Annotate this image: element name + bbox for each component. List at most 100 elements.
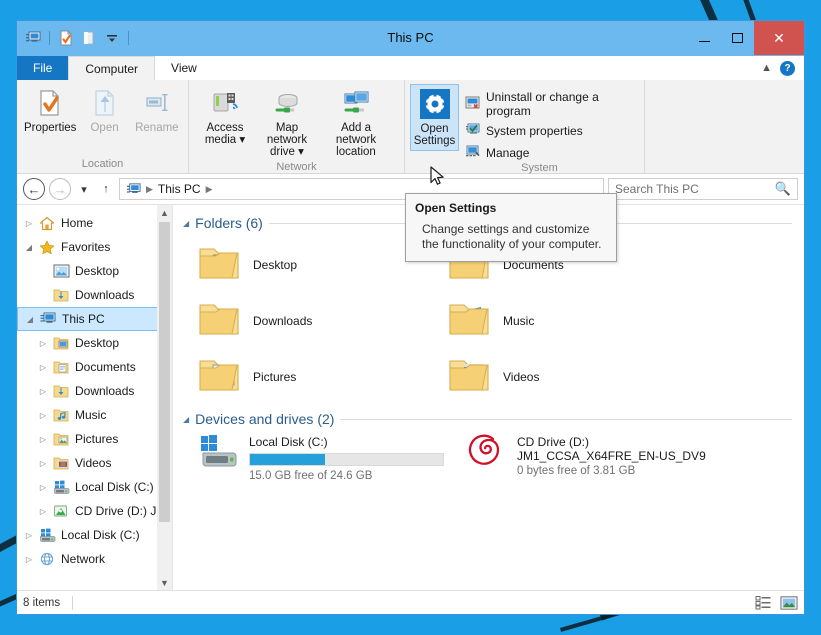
downloads-folder-icon — [197, 300, 241, 343]
expander-expanded-icon[interactable]: ◢ — [21, 243, 37, 252]
folder-item-label: Downloads — [253, 314, 313, 328]
collapse-triangle-icon[interactable]: ◢ — [183, 415, 189, 424]
nav-item-label: Home — [61, 216, 94, 230]
drives-section-header[interactable]: ◢ Devices and drives (2) — [183, 411, 804, 427]
tab-computer[interactable]: Computer — [68, 56, 156, 80]
nav-item-label: Desktop — [75, 336, 120, 350]
close-button[interactable]: ✕ — [754, 21, 804, 55]
minimize-button[interactable] — [688, 21, 721, 55]
navigation-pane: ▷ Home ◢ Favorites Desktop Downloads ◢ This PC ▷… — [17, 205, 172, 590]
back-button[interactable]: ← — [23, 178, 45, 200]
ribbon-group-network: Access media ▾ Map network drive ▾ Add a… — [189, 80, 405, 173]
folder-item-label: Music — [503, 314, 535, 328]
ribbon-button-rename[interactable]: Rename — [131, 84, 183, 137]
expander-collapsed-icon[interactable]: ▷ — [35, 483, 51, 492]
nav-item-cd-drive-d-j[interactable]: ▷ CD Drive (D:) J — [17, 499, 172, 523]
nav-item-downloads[interactable]: ▷ Downloads — [17, 379, 172, 403]
new-folder-icon[interactable] — [79, 28, 99, 48]
ribbon-button-add-network-location[interactable]: Add a network location — [318, 84, 394, 161]
nav-item-desktop[interactable]: Desktop — [17, 259, 172, 283]
expander-collapsed-icon[interactable]: ▷ — [21, 531, 37, 540]
nav-item-local-disk-c[interactable]: ▷ Local Disk (C:) — [17, 523, 172, 547]
nav-item-downloads[interactable]: Downloads — [17, 283, 172, 307]
ribbon-button-open[interactable]: Open — [78, 84, 130, 137]
tab-file[interactable]: File — [17, 56, 69, 80]
nav-item-network[interactable]: ▷ Network — [17, 547, 172, 571]
nav-item-home[interactable]: ▷ Home — [17, 211, 172, 235]
chevron-up-icon[interactable]: ▲ — [761, 62, 772, 74]
nav-tree: ▷ Home ◢ Favorites Desktop Downloads ◢ This PC ▷… — [17, 205, 172, 571]
details-view-icon[interactable] — [754, 595, 772, 611]
customize-dropdown-icon[interactable] — [102, 28, 122, 48]
ribbon-command-uninstall-program[interactable]: Uninstall or change a program — [465, 90, 635, 118]
open-settings-icon — [419, 88, 450, 120]
breadcrumb-item-this-pc[interactable]: This PC — [158, 182, 201, 196]
drive-item-cd-drive-d[interactable]: CD Drive (D:) JM1_CCSA_X64FRE_EN-US_DV9 … — [453, 433, 723, 495]
ribbon-button-access-media[interactable]: Access media ▾ — [194, 84, 256, 149]
tab-view[interactable]: View — [155, 56, 213, 80]
nav-item-local-disk-c[interactable]: ▷ Local Disk (C:) — [17, 475, 172, 499]
nav-item-music[interactable]: ▷ Music — [17, 403, 172, 427]
expander-collapsed-icon[interactable]: ▷ — [35, 411, 51, 420]
drive-item-local-disk-c[interactable]: Local Disk (C:) 15.0 GB free of 24.6 GB — [183, 433, 453, 495]
expander-collapsed-icon[interactable]: ▷ — [35, 387, 51, 396]
tooltip-body: Change settings and customize the functi… — [422, 222, 602, 251]
folder-item-desktop[interactable]: Desktop — [183, 237, 433, 293]
expander-collapsed-icon[interactable]: ▷ — [35, 435, 51, 444]
search-box[interactable]: Search This PC 🔍 — [608, 178, 798, 200]
expander-expanded-icon[interactable]: ◢ — [22, 315, 38, 324]
desktop-icon — [51, 263, 71, 279]
ribbon-group-label: Network — [276, 161, 317, 173]
ribbon-command-system-properties[interactable]: System properties — [465, 122, 635, 140]
up-button[interactable]: ↑ — [97, 178, 115, 200]
nav-item-desktop[interactable]: ▷ Desktop — [17, 331, 172, 355]
large-icons-view-icon[interactable] — [780, 595, 798, 611]
recent-locations-button[interactable]: ▾ — [75, 178, 93, 200]
nav-item-documents[interactable]: ▷ Documents — [17, 355, 172, 379]
expander-collapsed-icon[interactable]: ▷ — [35, 459, 51, 468]
properties-icon — [35, 87, 65, 119]
ribbon-command-manage[interactable]: Manage — [465, 144, 635, 162]
nav-item-this-pc[interactable]: ◢ This PC — [17, 307, 172, 331]
search-icon[interactable]: 🔍 — [775, 181, 791, 197]
scroll-down-arrow-icon[interactable]: ▼ — [157, 575, 172, 590]
nav-item-pictures[interactable]: ▷ Pictures — [17, 427, 172, 451]
tooltip-open-settings: Open Settings Change settings and custom… — [405, 193, 617, 262]
nav-scrollbar[interactable]: ▲ ▼ — [157, 205, 172, 590]
collapse-triangle-icon[interactable]: ◢ — [183, 219, 189, 228]
this-pc-icon[interactable] — [23, 28, 43, 48]
folder-item-pictures[interactable]: Pictures — [183, 349, 433, 405]
expander-collapsed-icon[interactable]: ▷ — [21, 555, 37, 564]
music-folder-icon — [447, 300, 491, 343]
chevron-down-icon[interactable]: ▾ — [239, 134, 245, 146]
nav-item-videos[interactable]: ▷ Videos — [17, 451, 172, 475]
scroll-up-arrow-icon[interactable]: ▲ — [157, 205, 172, 220]
ribbon-button-map-network-drive[interactable]: Map network drive ▾ — [256, 84, 318, 161]
breadcrumb-separator[interactable]: ▶ — [206, 184, 213, 195]
folder-item-videos[interactable]: Videos — [433, 349, 683, 405]
view-mode-buttons — [754, 595, 798, 611]
folder-item-music[interactable]: Music — [433, 293, 683, 349]
expander-collapsed-icon[interactable]: ▷ — [21, 219, 37, 228]
scrollbar-thumb[interactable] — [159, 222, 170, 522]
ribbon-button-open-settings[interactable]: Open Settings — [410, 84, 460, 151]
forward-button[interactable]: → — [49, 178, 71, 200]
expander-collapsed-icon[interactable]: ▷ — [35, 363, 51, 372]
drives-grid: Local Disk (C:) 15.0 GB free of 24.6 GB — [183, 433, 804, 495]
nav-item-favorites[interactable]: ◢ Favorites — [17, 235, 172, 259]
section-divider — [340, 418, 792, 420]
expander-collapsed-icon[interactable]: ▷ — [35, 507, 51, 516]
open-icon — [90, 87, 120, 119]
chevron-down-icon[interactable]: ▾ — [298, 146, 304, 158]
ribbon-button-properties[interactable]: Properties — [22, 84, 78, 137]
nav-item-label: CD Drive (D:) J — [75, 504, 157, 518]
drive-capacity-text: 15.0 GB free of 24.6 GB — [249, 470, 373, 482]
add-network-location-icon — [339, 87, 373, 119]
folder-item-downloads[interactable]: Downloads — [183, 293, 433, 349]
ribbon-group-location: Properties Open Rename Location — [17, 80, 189, 173]
properties-icon[interactable] — [56, 28, 76, 48]
system-properties-icon — [465, 122, 480, 140]
expander-collapsed-icon[interactable]: ▷ — [35, 339, 51, 348]
maximize-button[interactable] — [721, 21, 754, 55]
help-icon[interactable]: ? — [780, 60, 795, 76]
